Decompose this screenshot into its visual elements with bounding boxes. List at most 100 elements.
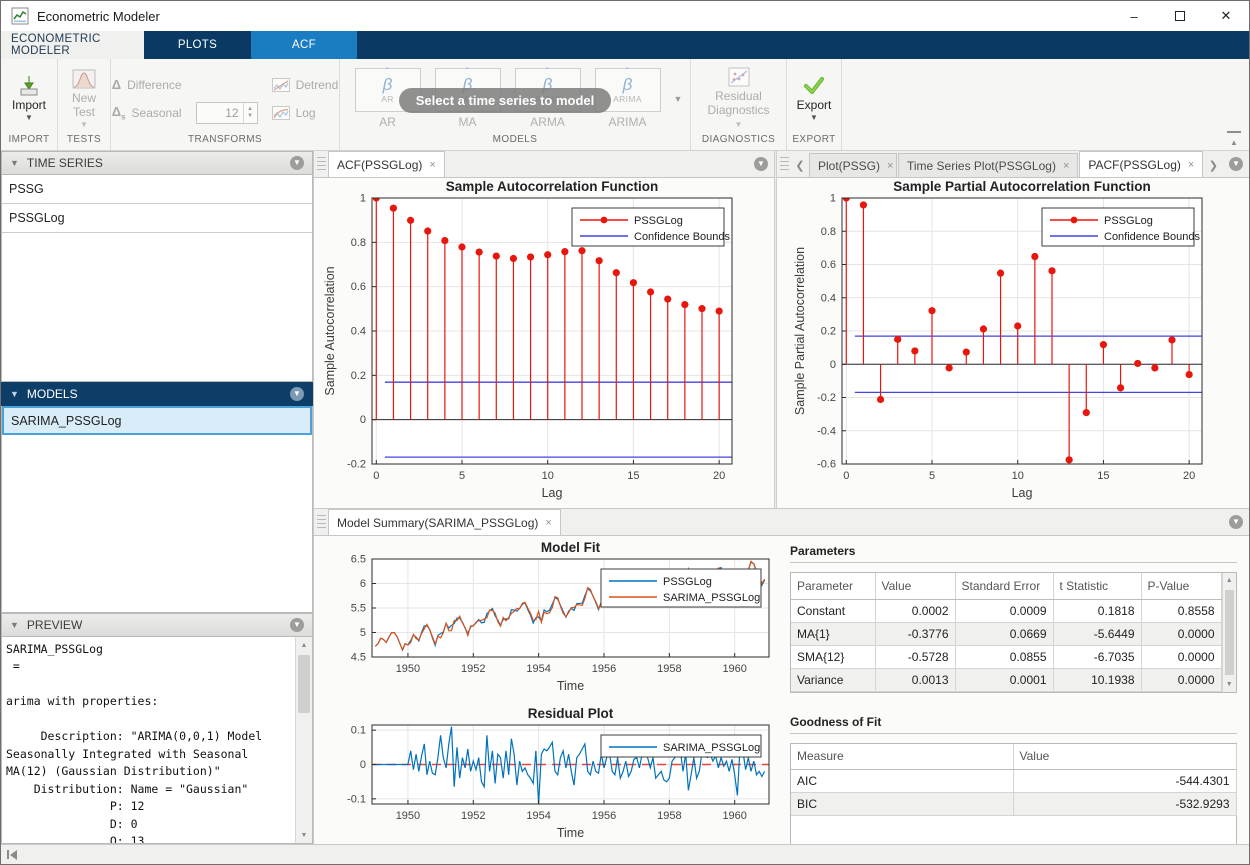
column-header[interactable]: t Statistic xyxy=(1053,573,1141,599)
detrend-button[interactable]: Detrend xyxy=(272,78,339,92)
table-row[interactable]: AIC-544.4301 xyxy=(791,770,1236,793)
svg-text:0.6: 0.6 xyxy=(351,281,366,293)
svg-text:1954: 1954 xyxy=(526,663,550,675)
pacf-chart[interactable]: 05101520-0.6-0.4-0.200.20.40.60.81Sample… xyxy=(777,178,1249,512)
close-tab-icon[interactable]: × xyxy=(887,160,893,172)
export-button[interactable]: Export ▼ xyxy=(791,73,838,125)
close-tab-icon[interactable]: × xyxy=(429,159,435,171)
collapse-triangle-icon[interactable]: ▼ xyxy=(10,620,19,630)
table-row[interactable]: BIC-532.9293 xyxy=(791,793,1236,816)
column-header[interactable]: Value xyxy=(1013,744,1236,770)
panel-menu-icon[interactable]: ▼ xyxy=(290,618,304,632)
tab-acf-document[interactable]: ACF(PSSGLog) × xyxy=(328,151,445,177)
acf-tab-bar: ACF(PSSGLog) × ▼ xyxy=(314,151,774,178)
preview-scrollbar[interactable]: ▲ ▼ xyxy=(295,637,312,843)
models-gallery-caret[interactable]: ▼ xyxy=(674,94,683,104)
svg-text:1952: 1952 xyxy=(461,810,485,822)
restore-panel-icon[interactable] xyxy=(7,850,17,860)
preview-panel-header[interactable]: ▼ PREVIEW ▼ xyxy=(1,613,313,637)
pane-actions-icon[interactable]: ▼ xyxy=(1229,157,1243,171)
list-item[interactable]: PSSGLog xyxy=(2,204,312,233)
residual-diagnostics-button[interactable]: Residual Diagnostics ▼ xyxy=(697,64,780,133)
panel-menu-icon[interactable]: ▼ xyxy=(290,156,304,170)
tab-scroll-right-icon[interactable]: ❯ xyxy=(1204,153,1222,177)
svg-text:1958: 1958 xyxy=(657,810,681,822)
svg-text:5.5: 5.5 xyxy=(351,603,366,615)
svg-text:Time: Time xyxy=(557,679,584,693)
tab-time-series-plot[interactable]: Time Series Plot(PSSGLog) × xyxy=(898,153,1078,177)
table-row[interactable]: MA{1}-0.37760.0669-5.64490.0000 xyxy=(791,622,1221,645)
scroll-down-icon[interactable]: ▼ xyxy=(296,827,312,843)
tab-model-summary[interactable]: Model Summary(SARIMA_PSSGLog) × xyxy=(328,509,561,535)
tab-pacf-document[interactable]: PACF(PSSGLog) × xyxy=(1079,151,1203,177)
svg-text:15: 15 xyxy=(1097,470,1109,482)
new-test-button[interactable]: New Test ▼ xyxy=(64,66,104,132)
column-header[interactable]: Parameter xyxy=(791,573,875,599)
close-button[interactable]: ✕ xyxy=(1203,1,1249,31)
maximize-button[interactable] xyxy=(1157,1,1203,31)
table-row[interactable]: Variance0.00130.000110.19380.0000 xyxy=(791,668,1221,691)
table-row[interactable]: SMA{12}-0.57280.0855-6.70350.0000 xyxy=(791,645,1221,668)
seasonal-period-stepper[interactable]: 12 ▲▼ xyxy=(196,102,258,124)
residual-diagnostics-icon xyxy=(727,66,751,88)
import-icon xyxy=(17,75,41,97)
residual-plot-chart[interactable]: 195019521954195619581960-0.100.1Residual… xyxy=(314,703,774,847)
panel-menu-icon[interactable]: ▼ xyxy=(290,387,304,401)
tab-econometric-modeler[interactable]: ECONOMETRIC MODELER xyxy=(1,31,144,59)
import-button[interactable]: Import ▼ xyxy=(6,73,52,125)
tab-plots[interactable]: PLOTS xyxy=(144,31,251,59)
table-cell: SMA{12} xyxy=(791,645,875,668)
svg-text:15: 15 xyxy=(627,470,639,482)
drag-grip-icon[interactable] xyxy=(317,157,326,173)
table-cell: -6.7035 xyxy=(1053,645,1141,668)
svg-text:Residual Plot: Residual Plot xyxy=(528,706,614,721)
column-header[interactable]: P-Value xyxy=(1141,573,1221,599)
export-dropdown-caret[interactable]: ▼ xyxy=(810,114,818,122)
table-cell: AIC xyxy=(791,770,1013,793)
scroll-up-icon[interactable]: ▲ xyxy=(296,637,312,653)
acf-chart[interactable]: 05101520-0.200.20.40.60.81Sample Autocor… xyxy=(314,178,774,512)
tab-acf[interactable]: ACF xyxy=(251,31,357,59)
svg-text:0.2: 0.2 xyxy=(821,326,836,338)
difference-button[interactable]: Δ Difference xyxy=(112,77,182,92)
tab-plot-pssg[interactable]: Plot(PSSG) × xyxy=(809,153,897,177)
scroll-down-icon[interactable]: ▼ xyxy=(1223,677,1237,692)
table-row[interactable]: Constant0.00020.00090.18180.8558 xyxy=(791,599,1221,622)
log-button[interactable]: Log xyxy=(272,106,339,120)
import-dropdown-caret[interactable]: ▼ xyxy=(25,114,33,122)
list-item[interactable]: PSSG xyxy=(2,175,312,204)
svg-text:-0.4: -0.4 xyxy=(817,425,836,437)
close-tab-icon[interactable]: × xyxy=(545,517,551,529)
svg-text:PSSGLog: PSSGLog xyxy=(634,215,683,227)
pane-actions-icon[interactable]: ▼ xyxy=(1229,515,1243,529)
column-header[interactable]: Standard Error xyxy=(955,573,1053,599)
stepper-arrows-icon[interactable]: ▲▼ xyxy=(243,103,257,123)
column-header[interactable]: Measure xyxy=(791,744,1013,770)
collapse-triangle-icon[interactable]: ▼ xyxy=(10,389,19,399)
svg-text:Sample Partial Autocorrelation: Sample Partial Autocorrelation xyxy=(793,247,807,415)
model-fit-chart[interactable]: 1950195219541956195819604.555.566.5Model… xyxy=(314,536,774,703)
scroll-up-icon[interactable]: ▲ xyxy=(1223,573,1237,588)
pane-actions-icon[interactable]: ▼ xyxy=(754,157,768,171)
close-tab-icon[interactable]: × xyxy=(1063,160,1069,172)
drag-grip-icon[interactable] xyxy=(317,515,326,531)
minimize-button[interactable]: – xyxy=(1111,1,1157,31)
seasonal-button[interactable]: Δs Seasonal xyxy=(112,104,182,122)
tab-scroll-left-icon[interactable]: ❮ xyxy=(791,153,809,177)
close-tab-icon[interactable]: × xyxy=(1188,159,1194,171)
svg-text:PSSGLog: PSSGLog xyxy=(663,576,712,588)
column-header[interactable]: Value xyxy=(875,573,955,599)
section-label-import: IMPORT xyxy=(1,134,57,150)
table-cell: 0.0009 xyxy=(955,599,1053,622)
table-scrollbar[interactable]: ▲ ▼ xyxy=(1222,573,1237,692)
collapse-triangle-icon[interactable]: ▼ xyxy=(10,158,19,168)
models-panel-header[interactable]: ▼ MODELS ▼ xyxy=(1,382,313,406)
parameters-title: Parameters xyxy=(790,544,1237,563)
collapse-toolstrip-icon[interactable]: ▲ xyxy=(1227,131,1241,148)
time-series-panel-header[interactable]: ▼ TIME SERIES ▼ xyxy=(1,151,313,175)
drag-grip-icon[interactable] xyxy=(780,157,789,173)
svg-text:Sample Partial Autocorrelation: Sample Partial Autocorrelation Function xyxy=(893,179,1151,194)
model-summary-pane: Model Summary(SARIMA_PSSGLog) × ▼ 195019… xyxy=(314,509,1249,844)
list-item[interactable]: SARIMA_PSSGLog xyxy=(2,406,312,435)
table-cell: -5.6449 xyxy=(1053,622,1141,645)
